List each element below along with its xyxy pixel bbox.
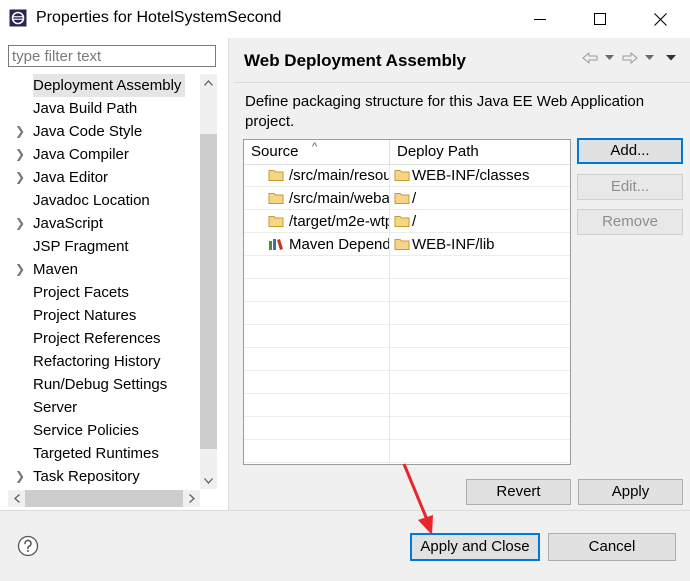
- library-icon: [269, 239, 283, 250]
- deploy-path-cell: /: [412, 190, 417, 207]
- scroll-thumb[interactable]: [25, 490, 183, 507]
- tree-item-project-references[interactable]: Project References: [0, 327, 200, 350]
- page-header: Web Deployment Assembly: [234, 38, 690, 82]
- column-header-deploy-path[interactable]: Deploy Path: [390, 140, 570, 164]
- tree-item-java-code-style[interactable]: ❯ Java Code Style: [0, 120, 200, 143]
- minimize-icon: [534, 19, 546, 20]
- tree-item-javascript[interactable]: ❯ JavaScript: [0, 212, 200, 235]
- tree-item-service-policies[interactable]: Service Policies: [0, 419, 200, 442]
- add-button[interactable]: Add...: [577, 138, 683, 164]
- table-row: [244, 325, 570, 348]
- sort-ascending-icon: ^: [312, 141, 318, 153]
- folder-icon: [268, 193, 284, 204]
- remove-button[interactable]: Remove: [577, 209, 683, 235]
- deploy-path-cell: /: [412, 213, 417, 230]
- source-cell: Maven Dependencies: [289, 236, 390, 253]
- scroll-left-icon[interactable]: [8, 490, 25, 507]
- table-row: [244, 394, 570, 417]
- scroll-right-icon[interactable]: [183, 490, 200, 507]
- tree-item-project-natures[interactable]: Project Natures: [0, 304, 200, 327]
- expand-arrow-icon[interactable]: ❯: [15, 143, 27, 166]
- tree-horizontal-scrollbar[interactable]: [8, 490, 200, 507]
- edit-button[interactable]: Edit...: [577, 174, 683, 200]
- tree-item-java-compiler[interactable]: ❯ Java Compiler: [0, 143, 200, 166]
- folder-icon: [394, 193, 410, 204]
- table-row: [244, 256, 570, 279]
- folder-icon: [394, 216, 410, 227]
- table-row: [244, 348, 570, 371]
- tree-item-jsp-fragment[interactable]: JSP Fragment: [0, 235, 200, 258]
- deploy-path-cell: WEB-INF/lib: [412, 236, 495, 253]
- expand-arrow-icon[interactable]: ❯: [15, 465, 27, 488]
- table-row[interactable]: Maven Dependencies WEB-INF/lib: [244, 233, 570, 256]
- tree-item-deployment-assembly[interactable]: Deployment Assembly: [0, 74, 200, 97]
- deploy-path-cell: WEB-INF/classes: [412, 167, 530, 184]
- column-header-source[interactable]: Source ^: [244, 140, 390, 164]
- footer-separator: [0, 510, 690, 511]
- header-separator: [234, 82, 690, 83]
- tree-item-run-debug-settings[interactable]: Run/Debug Settings: [0, 373, 200, 396]
- filter-input[interactable]: [8, 45, 216, 67]
- eclipse-icon: [9, 9, 27, 27]
- page-title: Web Deployment Assembly: [244, 51, 467, 70]
- tree-item-maven[interactable]: ❯ Maven: [0, 258, 200, 281]
- scroll-thumb[interactable]: [200, 134, 217, 449]
- table-row[interactable]: /src/main/webapp /: [244, 187, 570, 210]
- page-description: Define packaging structure for this Java…: [245, 93, 645, 130]
- forward-arrow-icon[interactable]: [620, 48, 640, 68]
- tree-item-javadoc-location[interactable]: Javadoc Location: [0, 189, 200, 212]
- table-row: [244, 440, 570, 463]
- source-cell: /target/m2e-wtp/web-resources: [289, 213, 389, 230]
- tree-item-server[interactable]: Server: [0, 396, 200, 419]
- folder-icon: [268, 216, 284, 227]
- folder-icon: [394, 239, 410, 250]
- source-cell: /src/main/webapp: [289, 190, 390, 207]
- apply-and-close-button[interactable]: Apply and Close: [410, 533, 540, 561]
- forward-menu-chevron-icon[interactable]: [642, 48, 656, 68]
- expand-arrow-icon[interactable]: ❯: [15, 258, 27, 281]
- pane-divider[interactable]: [228, 38, 233, 510]
- window-title: Properties for HotelSystemSecond: [36, 9, 282, 26]
- view-menu-icon[interactable]: [664, 48, 678, 68]
- table-row: [244, 302, 570, 325]
- tree-item-project-facets[interactable]: Project Facets: [0, 281, 200, 304]
- scroll-up-icon[interactable]: [200, 74, 217, 91]
- tree-item-java-build-path[interactable]: Java Build Path: [0, 97, 200, 120]
- expand-arrow-icon[interactable]: ❯: [15, 120, 27, 143]
- tree-vertical-scrollbar[interactable]: [200, 74, 217, 489]
- title-bar: Properties for HotelSystemSecond: [0, 0, 690, 38]
- assembly-table: Source ^ Deploy Path /src/main/resources…: [243, 139, 571, 465]
- maximize-icon: [594, 13, 606, 25]
- annotation-arrow-icon: [402, 463, 433, 535]
- tree-item-java-editor[interactable]: ❯ Java Editor: [0, 166, 200, 189]
- table-header: Source ^ Deploy Path: [244, 140, 570, 165]
- folder-icon: [394, 170, 410, 181]
- folder-icon: [268, 170, 284, 181]
- tree-item-targeted-runtimes[interactable]: Targeted Runtimes: [0, 442, 200, 465]
- close-icon: [653, 12, 667, 26]
- table-row: [244, 417, 570, 440]
- cancel-button[interactable]: Cancel: [548, 533, 676, 561]
- table-row: [244, 371, 570, 394]
- maximize-button[interactable]: [577, 4, 623, 34]
- table-row: [244, 279, 570, 302]
- table-row[interactable]: /src/main/resources WEB-INF/classes: [244, 164, 570, 187]
- back-arrow-icon[interactable]: [580, 48, 600, 68]
- tree-item-refactoring-history[interactable]: Refactoring History: [0, 350, 200, 373]
- back-menu-chevron-icon[interactable]: [602, 48, 616, 68]
- source-cell: /src/main/resources: [289, 167, 389, 184]
- table-row[interactable]: /target/m2e-wtp/web-resources /: [244, 210, 570, 233]
- expand-arrow-icon[interactable]: ❯: [15, 212, 27, 235]
- tree-item-task-repository[interactable]: ❯ Task Repository: [0, 465, 200, 488]
- close-button[interactable]: [637, 4, 683, 34]
- apply-button[interactable]: Apply: [578, 479, 683, 505]
- expand-arrow-icon[interactable]: ❯: [15, 166, 27, 189]
- scroll-down-icon[interactable]: [200, 472, 217, 489]
- revert-button[interactable]: Revert: [466, 479, 571, 505]
- minimize-button[interactable]: [517, 4, 563, 34]
- help-icon[interactable]: [17, 535, 39, 557]
